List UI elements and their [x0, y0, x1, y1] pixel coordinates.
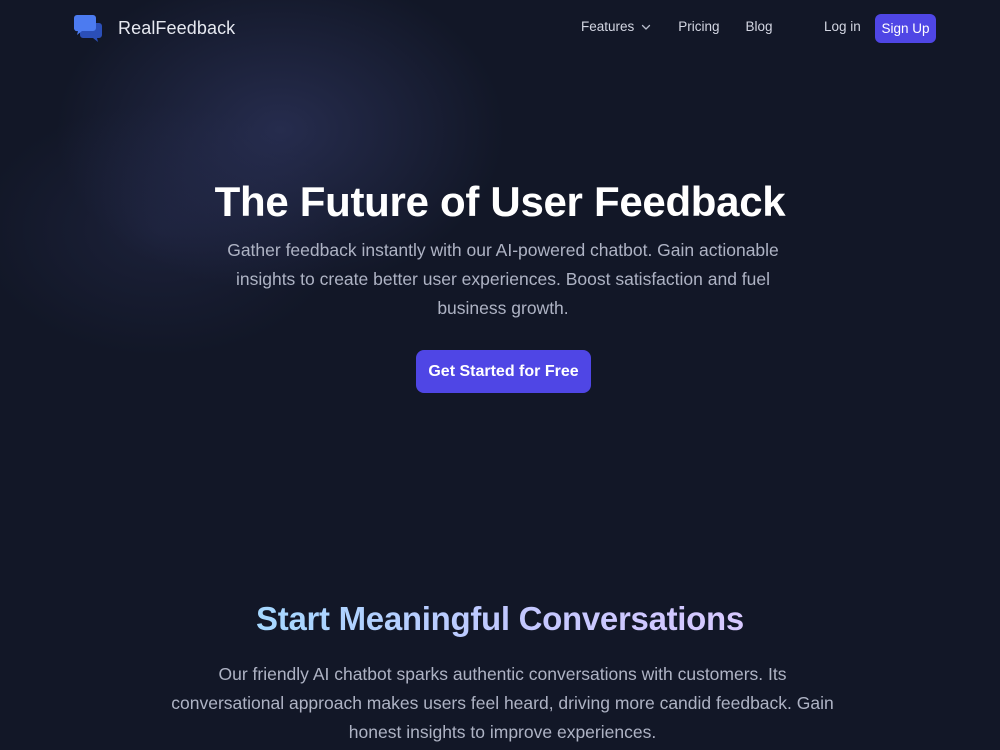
- nav-features-label: Features: [581, 19, 635, 34]
- landing-page: RealFeedback Features Pricing Blog Log i…: [0, 0, 1000, 750]
- conversations-description: Our friendly AI chatbot sparks authentic…: [171, 664, 834, 742]
- chevron-down-icon: [642, 24, 651, 30]
- site-header: RealFeedback Features Pricing Blog Log i…: [0, 0, 1000, 58]
- main-nav: Features Pricing Blog: [581, 19, 773, 34]
- chat-bubbles-icon: [74, 15, 102, 42]
- nav-features[interactable]: Features: [581, 19, 652, 34]
- hero-subtitle: Gather feedback instantly with our AI-po…: [227, 240, 779, 318]
- conversations-title: Start Meaningful Conversations: [0, 600, 1000, 638]
- login-link[interactable]: Log in: [824, 19, 861, 34]
- nav-pricing[interactable]: Pricing: [678, 19, 719, 34]
- conversations-title-text: Start Meaningful Conversations: [256, 600, 744, 637]
- brand-logo-link[interactable]: RealFeedback: [74, 14, 235, 42]
- nav-blog[interactable]: Blog: [746, 19, 773, 34]
- get-started-button[interactable]: Get Started for Free: [416, 350, 591, 393]
- signup-button[interactable]: Sign Up: [875, 14, 936, 43]
- hero-title: The Future of User Feedback: [214, 178, 786, 225]
- brand-name: RealFeedback: [118, 17, 236, 38]
